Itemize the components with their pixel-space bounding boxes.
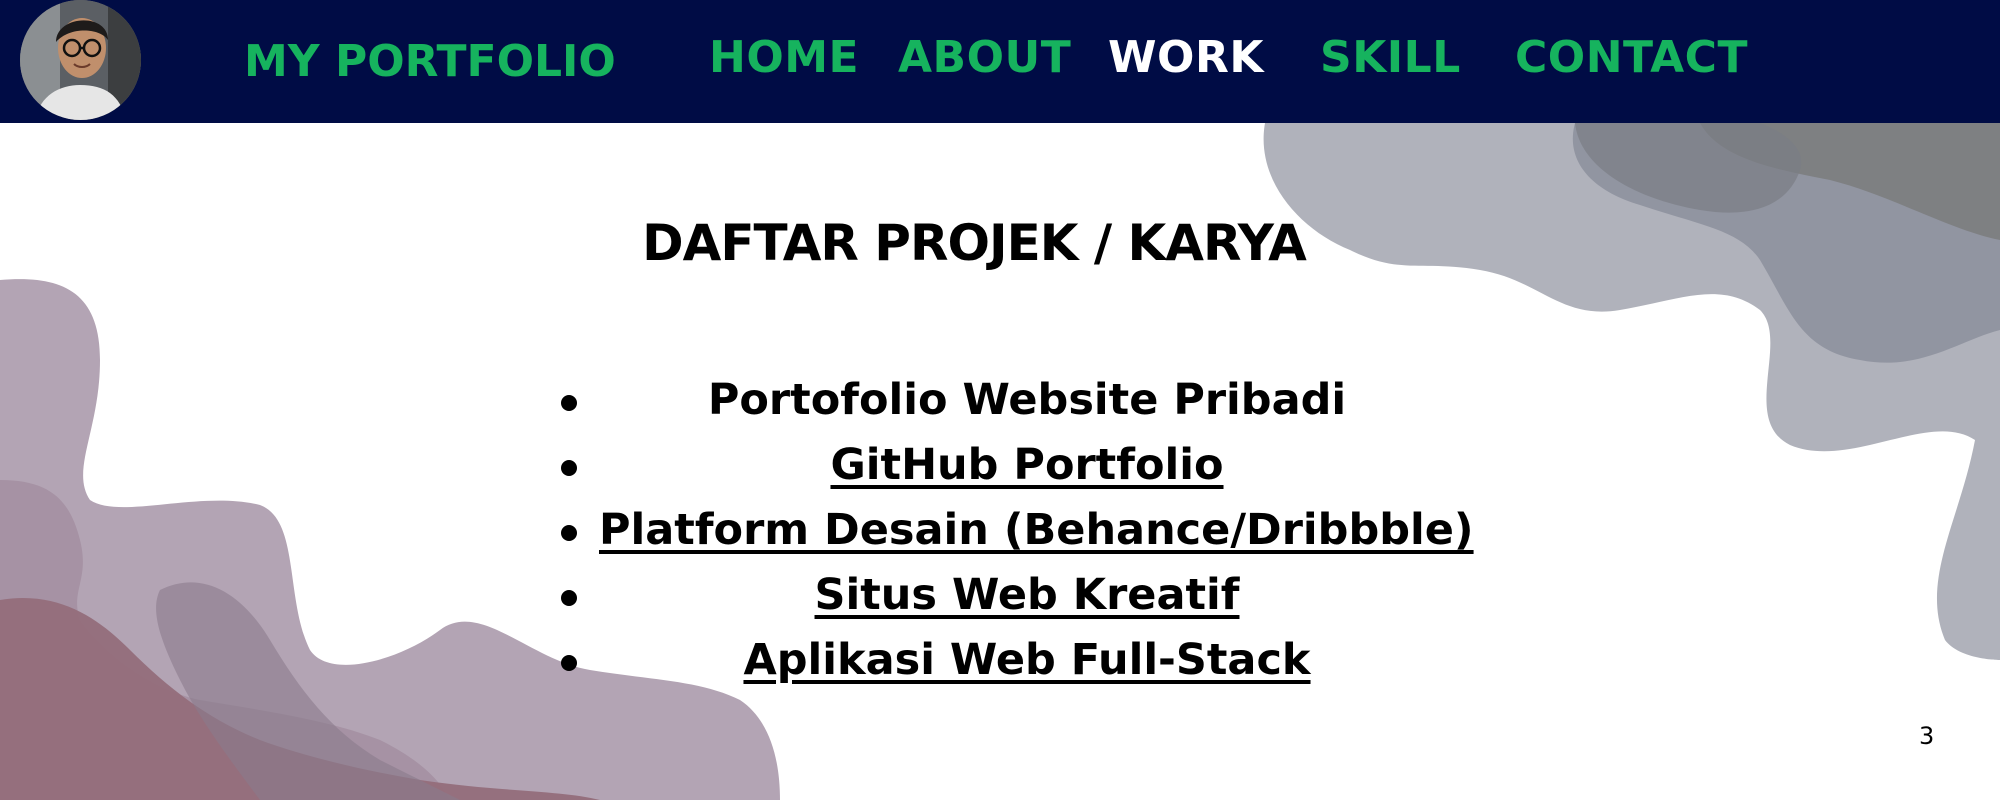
page-number: 3 bbox=[1919, 722, 1935, 750]
nav-contact[interactable]: CONTACT bbox=[1515, 36, 1748, 80]
project-link-design-platform[interactable]: Platform Desain (Behance/Dribbble) bbox=[599, 505, 1474, 555]
bullet-icon bbox=[561, 590, 577, 606]
nav-home[interactable]: HOME bbox=[709, 36, 859, 80]
project-link-github[interactable]: GitHub Portfolio bbox=[830, 440, 1223, 490]
project-item: Platform Desain (Behance/Dribbble) bbox=[555, 502, 1474, 567]
top-navbar: MY PORTFOLIO HOME ABOUT WORK SKILL CONTA… bbox=[0, 0, 2000, 123]
project-item: Situs Web Kreatif bbox=[555, 567, 1455, 632]
project-item: GitHub Portfolio bbox=[555, 437, 1455, 502]
project-list: Portofolio Website Pribadi GitHub Portfo… bbox=[555, 372, 1474, 697]
bullet-icon bbox=[561, 525, 577, 541]
project-item: Aplikasi Web Full-Stack bbox=[555, 632, 1455, 697]
nav-skill[interactable]: SKILL bbox=[1320, 36, 1461, 80]
bullet-icon bbox=[561, 460, 577, 476]
project-label-portfolio-website: Portofolio Website Pribadi bbox=[707, 375, 1347, 425]
bullet-icon bbox=[561, 395, 577, 411]
project-link-fullstack-app[interactable]: Aplikasi Web Full-Stack bbox=[743, 635, 1310, 685]
section-title: DAFTAR PROJEK / KARYA bbox=[642, 213, 1307, 272]
bullet-icon bbox=[561, 655, 577, 671]
project-link-creative-site[interactable]: Situs Web Kreatif bbox=[815, 570, 1240, 620]
nav-about[interactable]: ABOUT bbox=[898, 36, 1071, 80]
profile-photo bbox=[20, 0, 141, 120]
avatar[interactable] bbox=[20, 0, 141, 120]
nav-work[interactable]: WORK bbox=[1108, 36, 1264, 80]
project-item: Portofolio Website Pribadi bbox=[555, 372, 1455, 437]
brand-title[interactable]: MY PORTFOLIO bbox=[244, 40, 616, 84]
